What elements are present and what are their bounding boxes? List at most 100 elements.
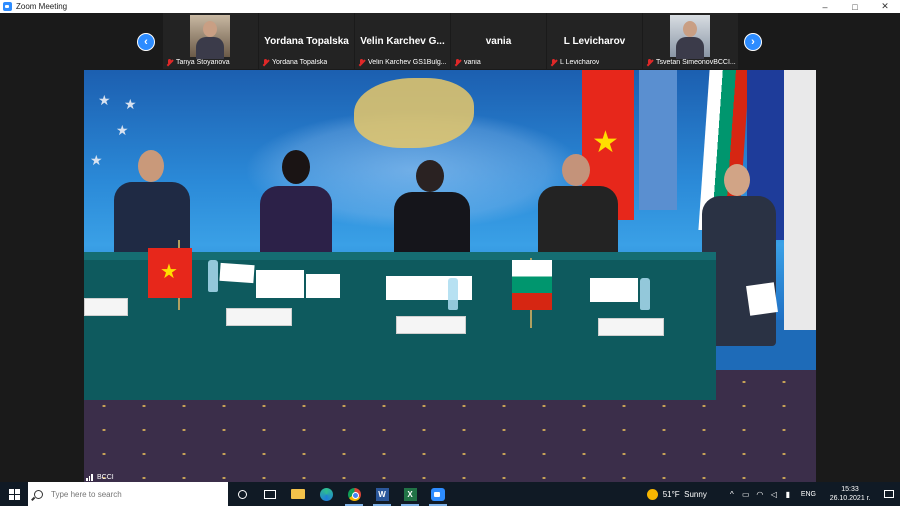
participant-video: [190, 15, 230, 59]
zoom-icon: [431, 487, 445, 501]
system-tray: 51°F Sunny ^ ▭ ◠ ◁ ▮ ENG 15:33 26.10.202…: [646, 482, 900, 506]
bulgaria-desk-flag: [512, 260, 552, 310]
search-input[interactable]: [51, 489, 221, 499]
volume-icon[interactable]: ◁: [767, 490, 781, 499]
mic-muted-icon: [550, 58, 557, 67]
participant-tile[interactable]: Tsvetan SimeonovBCCI...: [643, 13, 738, 69]
next-page-button[interactable]: ›: [744, 33, 762, 51]
paper-sheet: [256, 270, 304, 298]
participant-display-name: vania: [485, 36, 512, 47]
water-bottle: [208, 260, 218, 292]
excel-icon: X: [403, 487, 417, 501]
paper-sheet: [590, 278, 638, 302]
task-view-button[interactable]: [256, 482, 284, 506]
task-view-icon: [264, 489, 276, 499]
participant-nameplate: L Levicharov: [547, 57, 642, 68]
close-button[interactable]: ✕: [870, 0, 900, 13]
excel-button[interactable]: X: [396, 482, 424, 506]
mic-muted-icon: [262, 58, 269, 67]
chrome-button[interactable]: [340, 482, 368, 506]
prev-page-button[interactable]: ‹: [137, 33, 155, 51]
participant-video: [670, 15, 710, 59]
cortana-button[interactable]: [228, 482, 256, 506]
notifications-button[interactable]: [878, 482, 900, 506]
zoom-logo-icon: [3, 2, 12, 11]
zoom-button[interactable]: [424, 482, 452, 506]
window-controls: – □ ✕: [810, 0, 900, 13]
participant-strip: ‹ Tanya Stoyanova Yordana Topalska Yorda…: [0, 13, 900, 69]
title-bar: Zoom Meeting – □ ✕: [0, 0, 900, 13]
active-speaker-label: BCCI: [86, 472, 114, 482]
file-explorer-icon: [291, 489, 305, 499]
search-icon: [34, 489, 43, 499]
edge-icon: [319, 487, 333, 501]
thumbnail-list: Tanya Stoyanova Yordana Topalska Yordana…: [163, 13, 738, 69]
participant-nameplate: Tsvetan SimeonovBCCI...: [643, 57, 738, 68]
paper-sheet: [306, 274, 340, 298]
participant-display-name: Velin Karchev G...: [360, 36, 445, 47]
wall: [784, 70, 816, 330]
name-card: [598, 318, 664, 336]
clock[interactable]: 15:33 26.10.2021 г.: [822, 485, 878, 503]
battery-icon[interactable]: ▭: [739, 490, 753, 499]
chevron-up-icon[interactable]: ^: [725, 490, 739, 499]
signal-strength-icon: [86, 473, 94, 481]
cortana-icon: [237, 489, 247, 499]
edge-button[interactable]: [312, 482, 340, 506]
un-flag-standing: [639, 70, 677, 210]
minimize-button[interactable]: –: [810, 0, 840, 13]
paper-sheet: [219, 262, 255, 284]
participant-name: Tsvetan SimeonovBCCI...: [656, 59, 736, 66]
mic-icon[interactable]: ▮: [781, 490, 795, 499]
participant-name: Yordana Topalska: [272, 59, 328, 66]
participant-nameplate: Yordana Topalska: [259, 57, 354, 68]
water-bottle: [640, 278, 650, 310]
water-bottle: [448, 278, 458, 310]
vietnam-desk-flag: ★: [148, 248, 192, 298]
clock-time: 15:33: [841, 486, 859, 493]
weather-widget[interactable]: 51°F Sunny: [663, 490, 707, 499]
word-icon: W: [375, 487, 389, 501]
participant-name: Tanya Stoyanova: [176, 59, 230, 66]
name-card: [226, 308, 292, 326]
participant-tile[interactable]: Yordana Topalska Yordana Topalska: [259, 13, 354, 69]
participant-nameplate: Velin Karchev GS1Bulg...: [355, 57, 450, 68]
notification-icon: [884, 490, 894, 498]
mic-muted-icon: [166, 58, 173, 67]
weather-sun-icon[interactable]: [646, 488, 658, 500]
participant-tile[interactable]: Tanya Stoyanova: [163, 13, 258, 69]
network-icon[interactable]: ◠: [753, 490, 767, 499]
active-speaker-video: ★ ★ ★ ★ ★ ★ ★: [84, 70, 816, 482]
chevron-right-icon: ›: [751, 36, 755, 48]
paper-sheet: [746, 282, 778, 316]
participant-tile[interactable]: Velin Karchev G... Velin Karchev GS1Bulg…: [355, 13, 450, 69]
participant-nameplate: Tanya Stoyanova: [163, 57, 258, 68]
language-indicator[interactable]: ENG: [801, 491, 816, 498]
chrome-icon: [347, 487, 361, 501]
name-card: [84, 298, 128, 316]
weather-temp: 51°F: [662, 489, 680, 499]
file-explorer-button[interactable]: [284, 482, 312, 506]
participant-tile[interactable]: vania vania: [451, 13, 546, 69]
participant-display-name: Yordana Topalska: [264, 36, 349, 47]
participant-tile[interactable]: L Levicharov L Levicharov: [547, 13, 642, 69]
active-speaker-name: BCCI: [97, 473, 114, 481]
taskbar-search[interactable]: [28, 482, 228, 506]
name-card: [396, 316, 466, 334]
clock-date: 26.10.2021 г.: [829, 495, 871, 502]
paper-sheet: [386, 276, 472, 300]
participant-name: Velin Karchev GS1Bulg...: [368, 59, 447, 66]
word-button[interactable]: W: [368, 482, 396, 506]
participant-display-name: L Levicharov: [563, 36, 626, 47]
chevron-left-icon: ‹: [144, 36, 148, 48]
weather-desc: Sunny: [684, 489, 707, 499]
start-button[interactable]: [0, 482, 28, 506]
windows-taskbar: W X 51°F Sunny ^ ▭ ◠ ◁ ▮ ENG 15:33 26.10…: [0, 482, 900, 506]
mic-muted-icon: [454, 58, 461, 67]
mic-muted-icon: [358, 58, 365, 67]
participant-name: L Levicharov: [560, 59, 600, 66]
maximize-button[interactable]: □: [840, 0, 870, 13]
participant-nameplate: vania: [451, 57, 546, 68]
window-title: Zoom Meeting: [16, 2, 68, 11]
mic-muted-icon: [646, 58, 653, 67]
